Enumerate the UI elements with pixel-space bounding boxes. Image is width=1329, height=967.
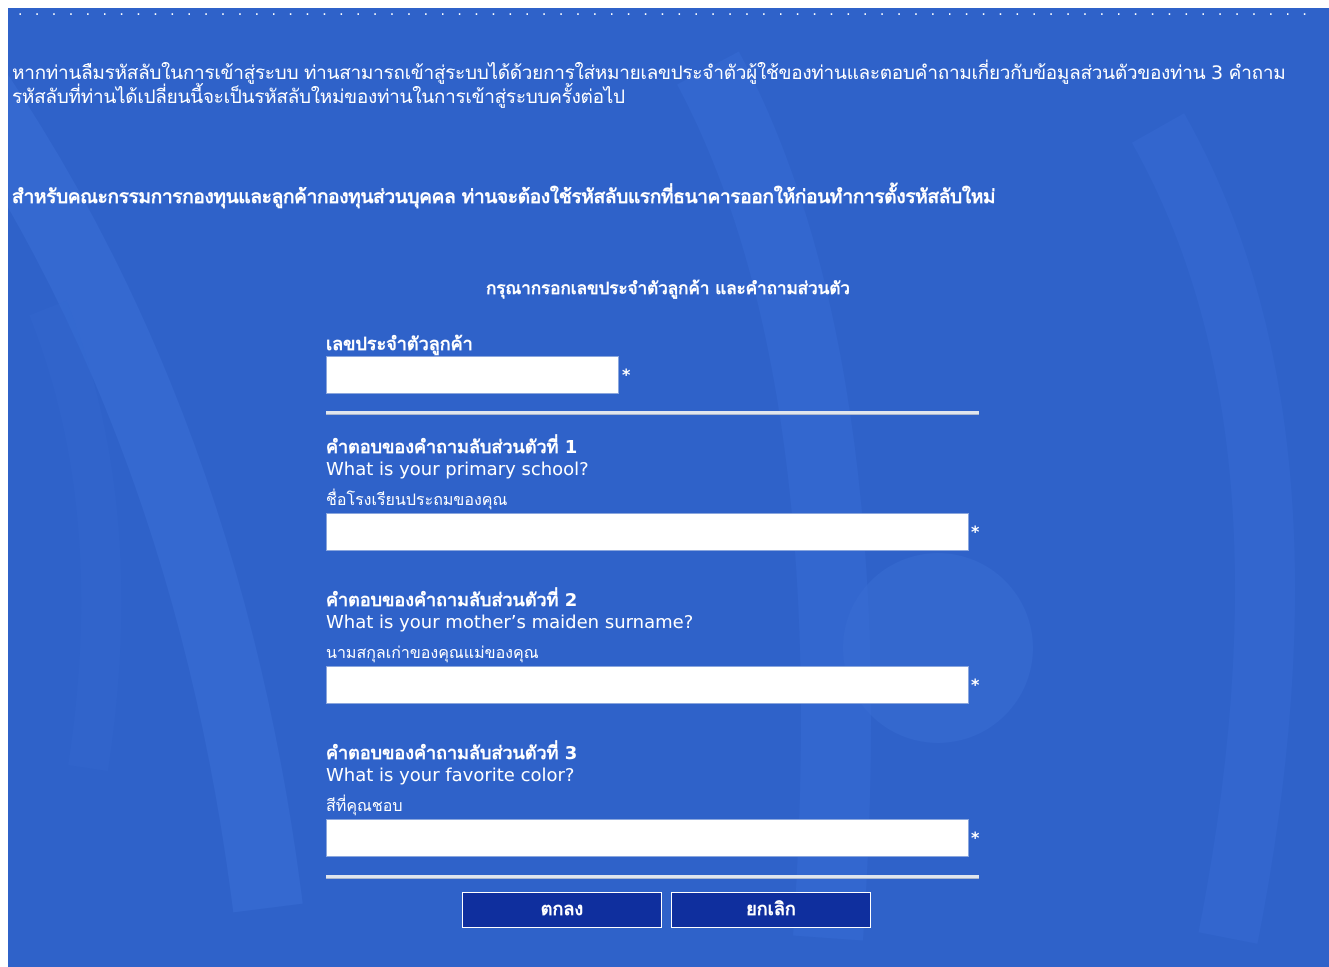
question-2-thai: นามสกุลเก่าของคุณแม่ของคุณ: [326, 643, 539, 662]
answer-3-input[interactable]: [326, 819, 969, 857]
answer-1-input[interactable]: [326, 513, 969, 551]
answer-2-input[interactable]: [326, 666, 969, 704]
divider: [326, 875, 979, 879]
required-mark: *: [971, 522, 980, 541]
required-mark: *: [971, 828, 980, 847]
question-2-english: What is your mother’s maiden surname?: [326, 612, 694, 633]
forgot-password-panel: · · · · · · · · · · · · · · · · · · · · …: [8, 8, 1329, 967]
question-3-english: What is your favorite color?: [326, 765, 575, 786]
divider: [326, 411, 979, 415]
question-3-label: คำตอบของคำถามลับส่วนตัวที่ 3: [326, 743, 578, 764]
fund-notice-paragraph: สำหรับคณะกรรมการกองทุนและลูกค้ากองทุนส่ว…: [12, 186, 996, 208]
required-mark: *: [971, 675, 980, 694]
question-1-label: คำตอบของคำถามลับส่วนตัวที่ 1: [326, 437, 578, 458]
question-1-thai: ชื่อโรงเรียนประถมของคุณ: [326, 490, 508, 509]
intro-paragraph: หากท่านลืมรหัสลับในการเข้าสู่ระบบ ท่านสา…: [12, 62, 1286, 108]
question-3-thai: สีที่คุณชอบ: [326, 796, 403, 815]
customer-id-label: เลขประจำตัวลูกค้า: [326, 334, 473, 355]
question-1-english: What is your primary school?: [326, 459, 589, 480]
ok-button[interactable]: ตกลง: [462, 892, 662, 928]
form-title: กรุณากรอกเลขประจำตัวลูกค้า และคำถามส่วนต…: [486, 279, 850, 299]
cancel-button[interactable]: ยกเลิก: [671, 892, 871, 928]
required-mark: *: [622, 365, 631, 384]
customer-id-input[interactable]: [326, 356, 619, 394]
question-2-label: คำตอบของคำถามลับส่วนตัวที่ 2: [326, 590, 578, 611]
dotted-separator: · · · · · · · · · · · · · · · · · · · · …: [18, 8, 1308, 22]
